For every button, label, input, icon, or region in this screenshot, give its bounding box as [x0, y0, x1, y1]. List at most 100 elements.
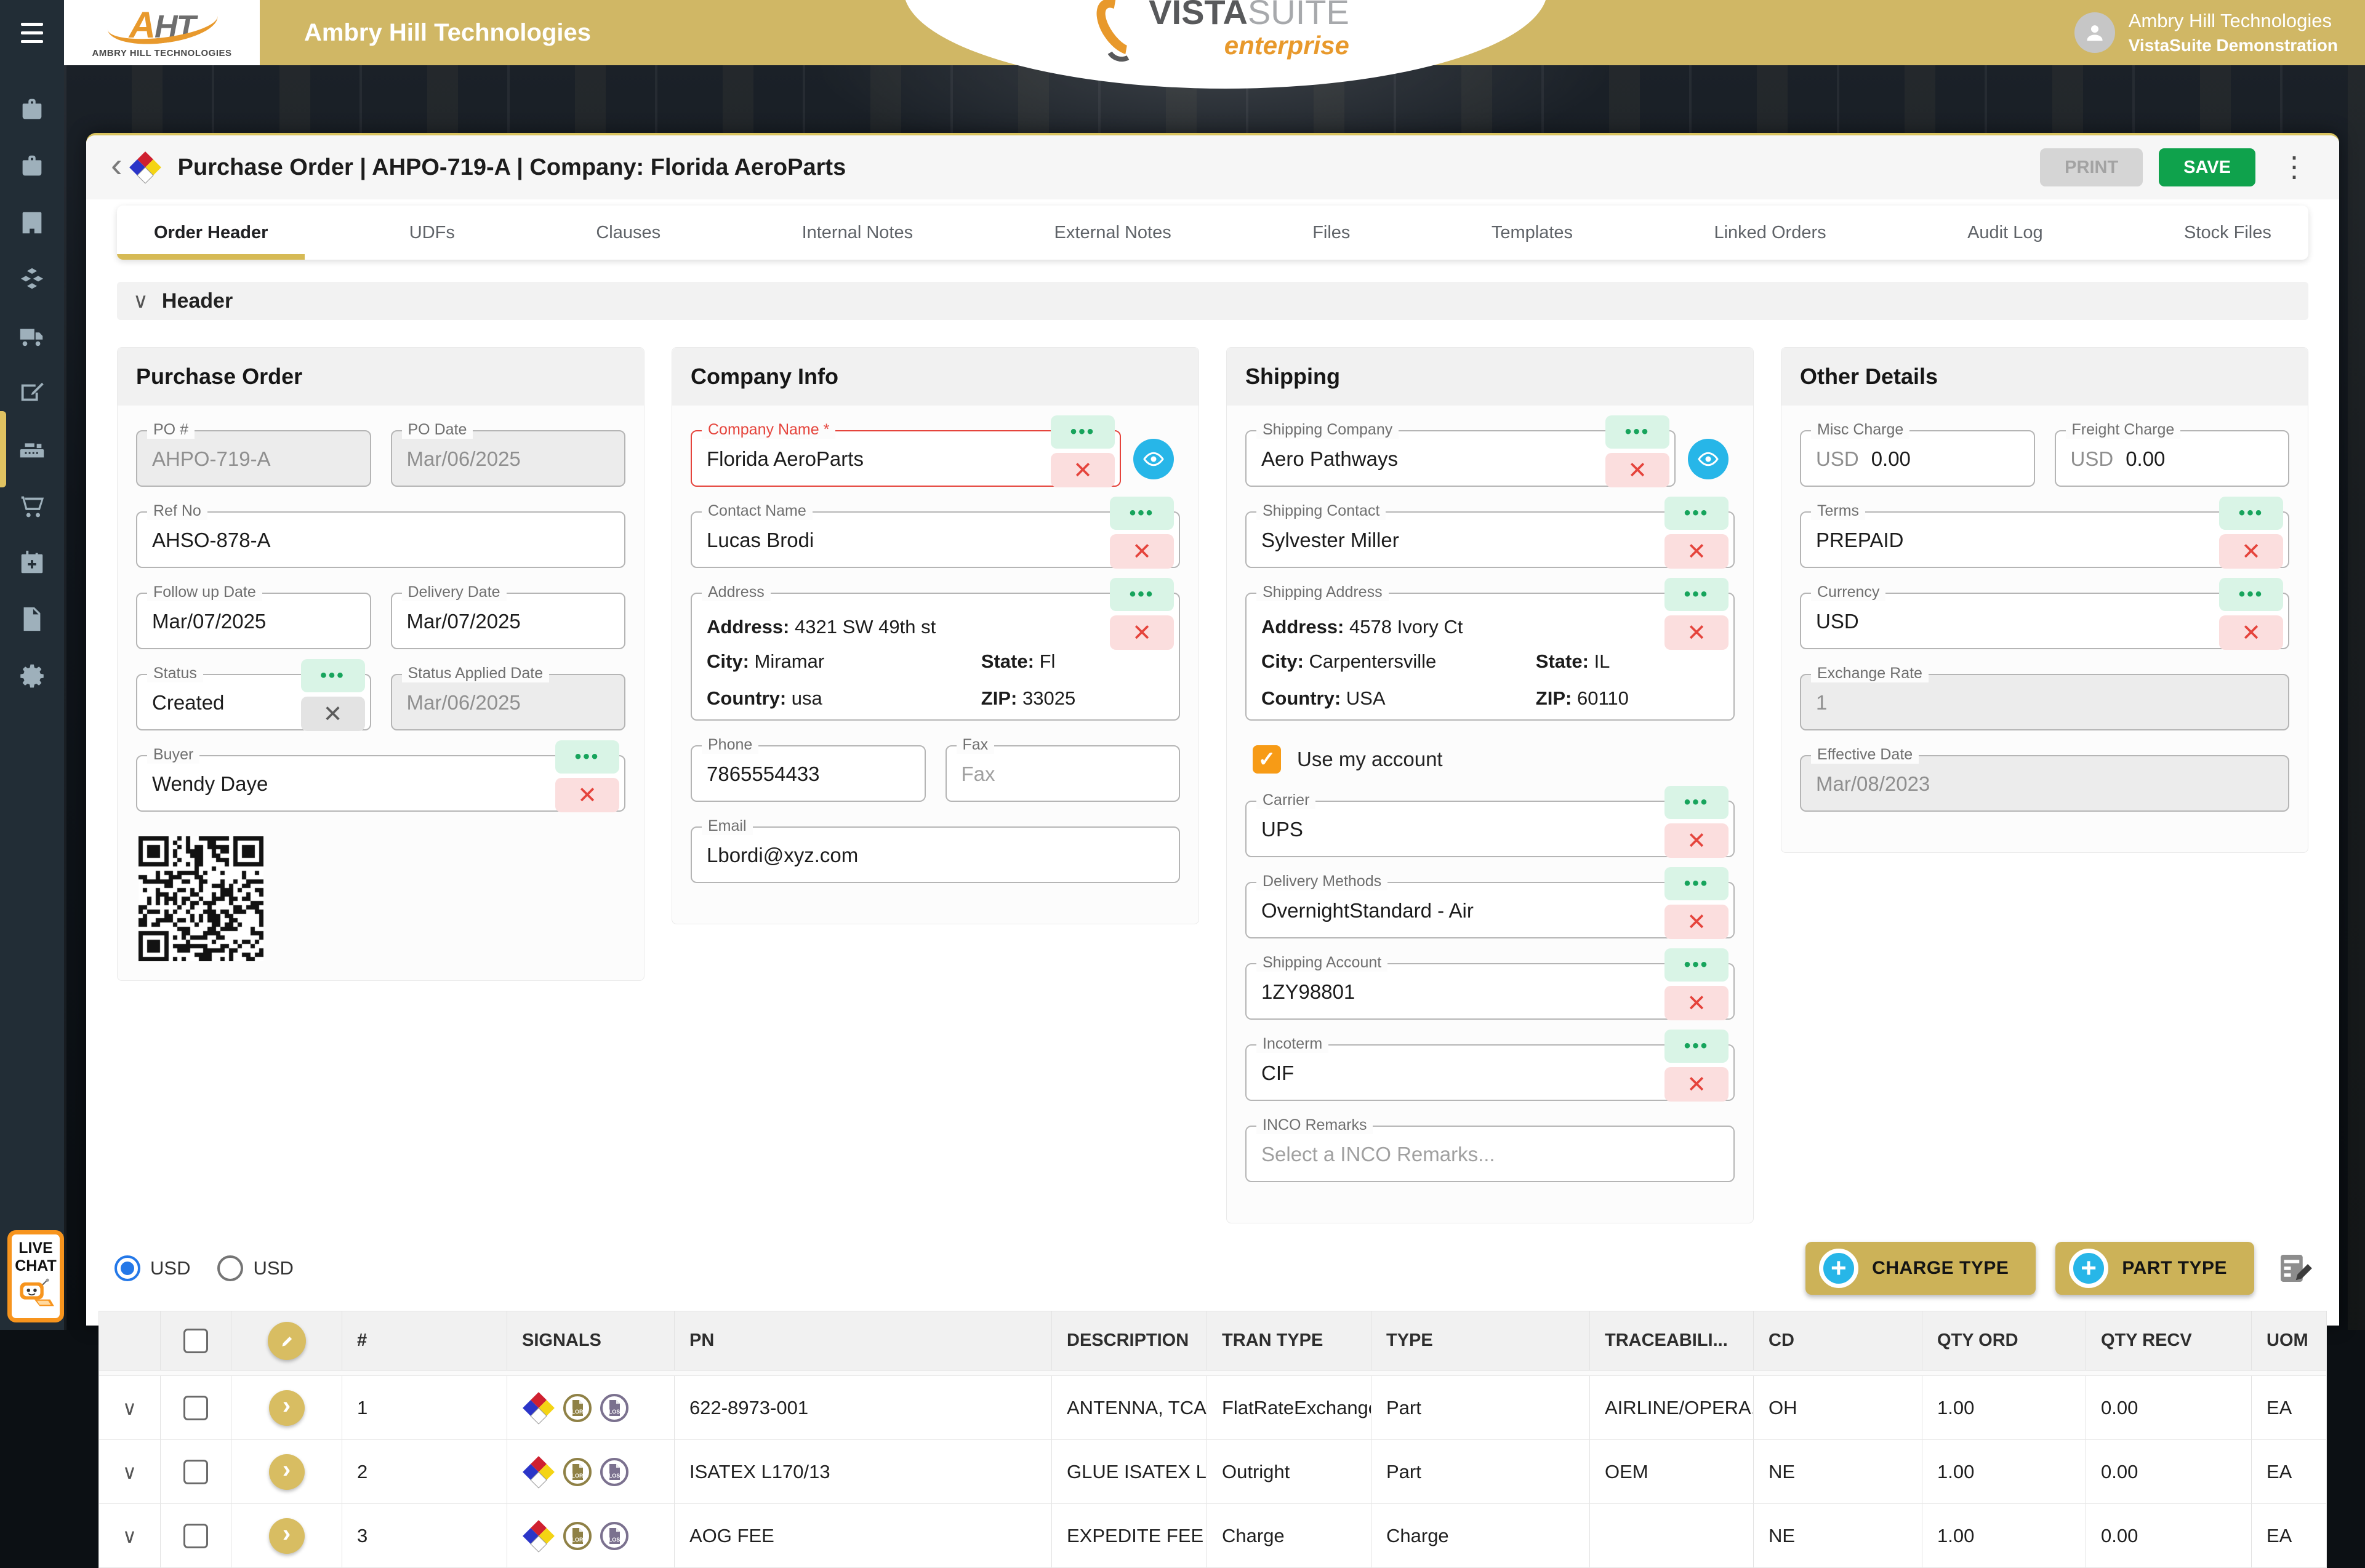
row-checkbox[interactable] — [183, 1460, 208, 1484]
delivery-methods-lookup-button[interactable]: ••• — [1664, 867, 1729, 900]
delivery-methods-field[interactable]: Delivery Methods OvernightStandard - Air… — [1245, 882, 1735, 938]
tab-stock-files[interactable]: Stock Files — [2184, 206, 2271, 260]
fax-field[interactable]: Fax Fax — [946, 745, 1181, 802]
tab-linked-orders[interactable]: Linked Orders — [1714, 206, 1826, 260]
carrier-field[interactable]: Carrier UPS ••• ✕ — [1245, 801, 1735, 857]
lor-document-icon[interactable]: LOR — [563, 1393, 592, 1423]
tab-templates[interactable]: Templates — [1492, 206, 1573, 260]
col-qty-recv[interactable]: QTY RECV — [2086, 1311, 2251, 1370]
print-button[interactable]: PRINT — [2040, 148, 2143, 186]
address-clear-button[interactable]: ✕ — [1110, 615, 1174, 650]
tab-audit-log[interactable]: Audit Log — [1967, 206, 2043, 260]
sidebar-item-compose[interactable] — [0, 364, 64, 421]
company-name-field[interactable]: Company Name * Florida AeroParts ••• ✕ — [691, 430, 1121, 487]
address-field[interactable]: Address Address: 4321 SW 49th st City: M… — [691, 593, 1180, 721]
phone-field[interactable]: Phone 7865554433 — [691, 745, 926, 802]
terms-lookup-button[interactable]: ••• — [2219, 497, 2283, 530]
contact-lookup-button[interactable]: ••• — [1110, 497, 1174, 530]
col-uom[interactable]: UOM — [2251, 1311, 2326, 1370]
shipping-company-clear-button[interactable]: ✕ — [1605, 453, 1669, 487]
buyer-lookup-button[interactable]: ••• — [555, 740, 619, 774]
more-options-icon[interactable]: ⋮ — [2271, 154, 2317, 180]
lor-document-icon[interactable]: LOR — [563, 1521, 592, 1551]
inco-remarks-field[interactable]: INCO Remarks Select a INCO Remarks... — [1245, 1126, 1735, 1182]
tab-order-header[interactable]: Order Header — [154, 206, 268, 260]
contact-name-field[interactable]: Contact Name Lucas Brodi ••• ✕ — [691, 511, 1180, 568]
sidebar-item-building[interactable] — [0, 194, 64, 251]
tab-clauses[interactable]: Clauses — [596, 206, 661, 260]
shipping-contact-lookup-button[interactable]: ••• — [1664, 497, 1729, 530]
currency-radio-usd-2[interactable]: USD — [217, 1255, 293, 1281]
menu-icon[interactable] — [0, 0, 64, 65]
carrier-lookup-button[interactable]: ••• — [1664, 786, 1729, 819]
company-lookup-button[interactable]: ••• — [1051, 415, 1115, 449]
lor-document-icon[interactable]: LOR — [563, 1457, 592, 1487]
shipping-contact-clear-button[interactable]: ✕ — [1664, 534, 1729, 569]
delivery-date-field[interactable]: Delivery Date Mar/07/2025 — [391, 593, 626, 649]
table-row[interactable]: ∨ › 1 LOR LOS 622-8973-001 ANTENNA, TCAS… — [99, 1376, 2326, 1440]
status-clear-button-disabled[interactable]: ✕ — [301, 697, 365, 731]
col-tran-type[interactable]: TRAN TYPE — [1207, 1311, 1371, 1370]
shipping-company-lookup-button[interactable]: ••• — [1605, 415, 1669, 449]
terms-field[interactable]: Terms PREPAID ••• ✕ — [1800, 511, 2289, 568]
sidebar-item-invoices[interactable] — [0, 591, 64, 647]
open-row-button[interactable]: › — [269, 1390, 305, 1426]
table-row[interactable]: ∨ › 3 LOR LOS AOG FEE EXPEDITE FEE Charg… — [99, 1504, 2326, 1568]
avatar[interactable] — [2074, 12, 2115, 53]
tab-external-notes[interactable]: External Notes — [1054, 206, 1171, 260]
header-section-toggle[interactable]: ∨ Header — [117, 282, 2308, 320]
save-button[interactable]: SAVE — [2159, 148, 2255, 186]
sidebar-item-purchasing[interactable] — [0, 421, 64, 478]
row-checkbox[interactable] — [183, 1524, 208, 1548]
sidebar-item-briefcase-alt[interactable] — [0, 138, 64, 194]
terms-clear-button[interactable]: ✕ — [2219, 534, 2283, 569]
select-all-checkbox[interactable] — [183, 1329, 208, 1353]
email-field[interactable]: Email Lbordi@xyz.com — [691, 826, 1180, 883]
col-type[interactable]: TYPE — [1371, 1311, 1589, 1370]
shipping-account-lookup-button[interactable]: ••• — [1664, 948, 1729, 982]
view-shipping-company-button[interactable] — [1688, 439, 1729, 479]
col-description[interactable]: DESCRIPTION — [1051, 1311, 1207, 1370]
table-row[interactable]: ∨ › 2 LOR LOS ISATEX L170/13 GLUE ISATEX… — [99, 1440, 2326, 1504]
col-qty-ord[interactable]: QTY ORD — [1922, 1311, 2086, 1370]
table-settings-icon[interactable] — [2274, 1248, 2315, 1289]
misc-charge-field[interactable]: Misc Charge USD0.00 — [1800, 430, 2035, 487]
status-field[interactable]: Status Created ••• ✕ — [136, 674, 371, 730]
tab-internal-notes[interactable]: Internal Notes — [802, 206, 913, 260]
add-charge-type-button[interactable]: + CHARGE TYPE — [1805, 1242, 2036, 1295]
shipping-account-clear-button[interactable]: ✕ — [1664, 986, 1729, 1020]
col-pn[interactable]: PN — [674, 1311, 1051, 1370]
currency-field[interactable]: Currency USD ••• ✕ — [1800, 593, 2289, 649]
col-traceability[interactable]: TRACEABILI... — [1589, 1311, 1753, 1370]
live-chat-button[interactable]: LIVE CHAT — [7, 1230, 64, 1322]
sidebar-item-briefcase[interactable] — [0, 81, 64, 138]
shipping-account-field[interactable]: Shipping Account 1ZY98801 ••• ✕ — [1245, 963, 1735, 1020]
sidebar-item-settings[interactable] — [0, 647, 64, 704]
use-my-account-checkbox[interactable]: ✓ — [1253, 745, 1281, 774]
company-clear-button[interactable]: ✕ — [1051, 453, 1115, 487]
open-row-button[interactable]: › — [269, 1454, 305, 1490]
carrier-clear-button[interactable]: ✕ — [1664, 823, 1729, 858]
tab-files[interactable]: Files — [1312, 206, 1350, 260]
tab-udfs[interactable]: UDFs — [409, 206, 455, 260]
buyer-clear-button[interactable]: ✕ — [555, 778, 619, 812]
delivery-methods-clear-button[interactable]: ✕ — [1664, 905, 1729, 939]
back-button[interactable]: ‹ — [108, 148, 129, 187]
incoterm-lookup-button[interactable]: ••• — [1664, 1030, 1729, 1063]
shipping-address-field[interactable]: Shipping Address Address: 4578 Ivory Ct … — [1245, 593, 1735, 721]
currency-clear-button[interactable]: ✕ — [2219, 615, 2283, 650]
incoterm-field[interactable]: Incoterm CIF ••• ✕ — [1245, 1044, 1735, 1101]
sidebar-item-sales[interactable] — [0, 478, 64, 534]
status-lookup-button[interactable]: ••• — [301, 659, 365, 692]
buyer-field[interactable]: Buyer Wendy Daye ••• ✕ — [136, 755, 625, 812]
los-document-icon[interactable]: LOS — [600, 1457, 629, 1487]
add-part-type-button[interactable]: + PART TYPE — [2055, 1242, 2254, 1295]
sidebar-item-inventory[interactable] — [0, 251, 64, 308]
address-lookup-button[interactable]: ••• — [1110, 578, 1174, 611]
shipping-address-clear-button[interactable]: ✕ — [1664, 615, 1729, 650]
los-document-icon[interactable]: LOS — [600, 1521, 629, 1551]
currency-lookup-button[interactable]: ••• — [2219, 578, 2283, 611]
shipping-company-field[interactable]: Shipping Company Aero Pathways ••• ✕ — [1245, 430, 1676, 487]
expand-row-icon[interactable]: ∨ — [122, 1396, 137, 1420]
sidebar-item-scheduling[interactable] — [0, 534, 64, 591]
